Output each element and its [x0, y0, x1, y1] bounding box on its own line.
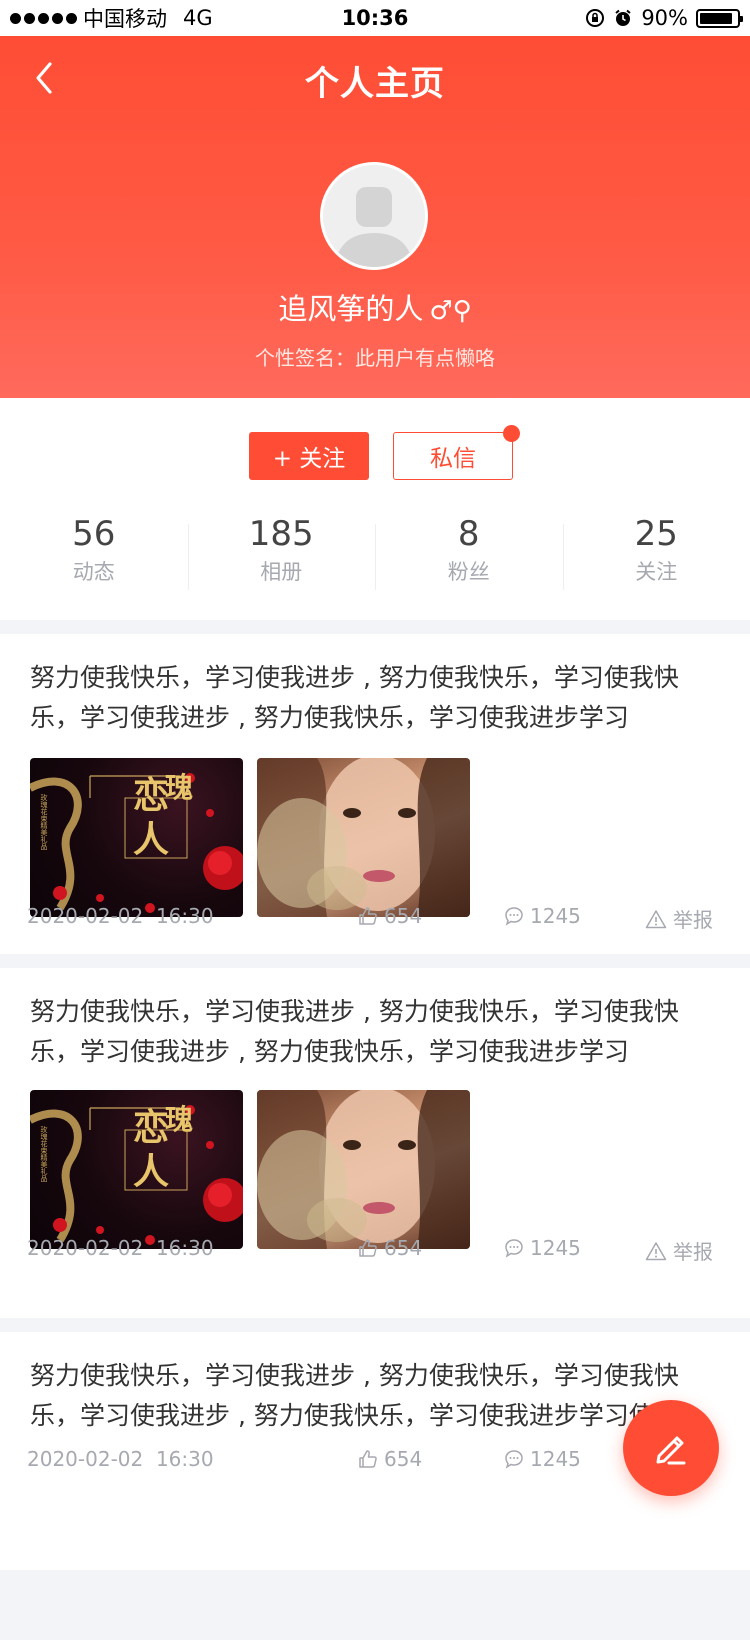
svg-text:玫瑰花束精美礼品: 玫瑰花束精美礼品	[40, 793, 48, 851]
battery-percent: 90%	[641, 6, 688, 30]
post-text: 努力使我快乐，学习使我进步 , 努力使我快乐，学习使我快乐，学习使我进步 , 努…	[30, 997, 679, 1066]
like-count: 654	[384, 904, 423, 928]
profile-card: + 关注 私信 56 动态 185 相册 8 粉丝 25 关注	[0, 398, 750, 620]
network-label: 4G	[183, 6, 213, 30]
stat-value: 25	[634, 514, 678, 554]
stat-value: 56	[72, 514, 116, 554]
thumbs-up-icon	[359, 907, 377, 925]
thumbs-up-icon	[359, 1450, 377, 1468]
comment-count: 1245	[530, 1447, 581, 1471]
girl-photo-image	[257, 758, 470, 917]
signal-icon	[10, 12, 77, 24]
comment-count: 1245	[530, 904, 581, 928]
battery-icon	[696, 8, 743, 28]
page-title: 个人主页	[305, 64, 445, 104]
stat-albums[interactable]: 185 相册	[187, 510, 376, 590]
report-button[interactable]: 举报	[645, 904, 713, 933]
orientation-lock-icon	[586, 9, 605, 27]
follow-button[interactable]: + 关注	[249, 432, 369, 480]
stat-posts[interactable]: 56 动态	[0, 510, 188, 590]
post-text: 努力使我快乐，学习使我进步 , 努力使我快乐，学习使我快乐，学习使我进步 , 努…	[30, 663, 679, 732]
post-time: 16:30	[155, 904, 214, 928]
stats-row: 56 动态 185 相册 8 粉丝 25 关注	[0, 510, 750, 590]
like-count: 654	[384, 1236, 423, 1260]
like-button[interactable]: 654	[358, 1447, 422, 1471]
poster-side: 瑰	[165, 1103, 194, 1136]
warning-icon	[645, 1241, 667, 1260]
battery-fill	[700, 12, 733, 24]
post-text: 努力使我快乐，学习使我进步 , 努力使我快乐，学习使我快乐，学习使我进步 , 努…	[30, 1361, 679, 1430]
post-time: 16:30	[155, 1236, 214, 1260]
like-button[interactable]: 654	[358, 904, 422, 928]
comment-icon	[505, 1239, 523, 1258]
comment-button[interactable]: 1245	[504, 904, 581, 928]
girl-photo-image	[257, 1090, 470, 1249]
username: 追风筝的人	[278, 292, 424, 326]
carrier-label: 中国移动	[83, 7, 167, 31]
gender-icon: ♂⚲	[429, 296, 472, 326]
status-left: 中国移动 4G	[10, 3, 213, 33]
poster-side: 瑰	[165, 771, 194, 804]
stat-label: 关注	[635, 560, 678, 584]
default-avatar-icon	[323, 165, 425, 267]
message-button-label: 私信	[430, 446, 476, 472]
nav-bar: 个人主页	[0, 36, 750, 120]
post-datetime: 2020-02-02 16:30	[27, 1236, 214, 1260]
avatar[interactable]	[320, 162, 428, 270]
report-button[interactable]: 举报	[645, 1236, 713, 1265]
post-image[interactable]: 玫瑰花束精美礼品 恋人 瑰	[30, 1090, 243, 1249]
comment-icon	[505, 1450, 523, 1469]
post-date: 2020-02-02	[27, 1236, 144, 1260]
post-card[interactable]: 努力使我快乐，学习使我进步 , 努力使我快乐，学习使我快乐，学习使我进步 , 努…	[0, 634, 750, 954]
like-button[interactable]: 654	[358, 1236, 422, 1260]
stat-label: 粉丝	[447, 560, 490, 584]
comment-count: 1245	[530, 1236, 581, 1260]
report-label: 举报	[673, 1240, 713, 1264]
comment-button[interactable]: 1245	[504, 1447, 581, 1471]
stat-following[interactable]: 25 关注	[562, 510, 750, 590]
unread-dot	[503, 425, 520, 442]
stat-label: 动态	[72, 560, 115, 584]
status-bar: 中国移动 4G 10:36 90%	[0, 0, 750, 36]
post-datetime: 2020-02-02 16:30	[27, 1447, 214, 1471]
post-meta: 2020-02-02 16:30 654 1245 举报	[0, 899, 750, 935]
svg-text:玫瑰花束精美礼品: 玫瑰花束精美礼品	[40, 1125, 48, 1183]
stat-label: 相册	[260, 560, 303, 584]
pencil-icon	[656, 1436, 686, 1465]
message-button[interactable]: 私信	[393, 425, 520, 480]
stat-value: 8	[457, 514, 480, 554]
post-datetime: 2020-02-02 16:30	[27, 904, 214, 928]
stat-fans[interactable]: 8 粉丝	[375, 510, 563, 590]
post-image[interactable]: 玫瑰花束精美礼品 恋人 瑰	[30, 758, 243, 917]
comment-icon	[505, 907, 523, 926]
post-date: 2020-02-02	[27, 904, 144, 928]
alarm-icon	[615, 9, 631, 26]
post-image[interactable]	[257, 1090, 470, 1249]
profile-header: 个人主页 追风筝的人 ♂⚲ 个性签名：此用户有点懒咯	[0, 36, 750, 398]
warning-icon	[645, 909, 667, 928]
post-date: 2020-02-02	[27, 1447, 144, 1471]
post-meta: 2020-02-02 16:30 654 1245 举报	[0, 1231, 750, 1267]
like-count: 654	[384, 1447, 423, 1471]
stat-value: 185	[248, 514, 314, 554]
post-image[interactable]	[257, 758, 470, 917]
status-right: 90%	[585, 6, 743, 30]
thumbs-up-icon	[359, 1239, 377, 1257]
username-row: 追风筝的人 ♂⚲	[0, 286, 750, 328]
post-card[interactable]: 努力使我快乐，学习使我进步 , 努力使我快乐，学习使我快乐，学习使我进步 , 努…	[0, 968, 750, 1318]
report-label: 举报	[673, 908, 713, 932]
post-time: 16:30	[155, 1447, 214, 1471]
signature: 个性签名：此用户有点懒咯	[255, 346, 495, 370]
compose-button[interactable]	[623, 1400, 719, 1496]
comment-button[interactable]: 1245	[504, 1236, 581, 1260]
